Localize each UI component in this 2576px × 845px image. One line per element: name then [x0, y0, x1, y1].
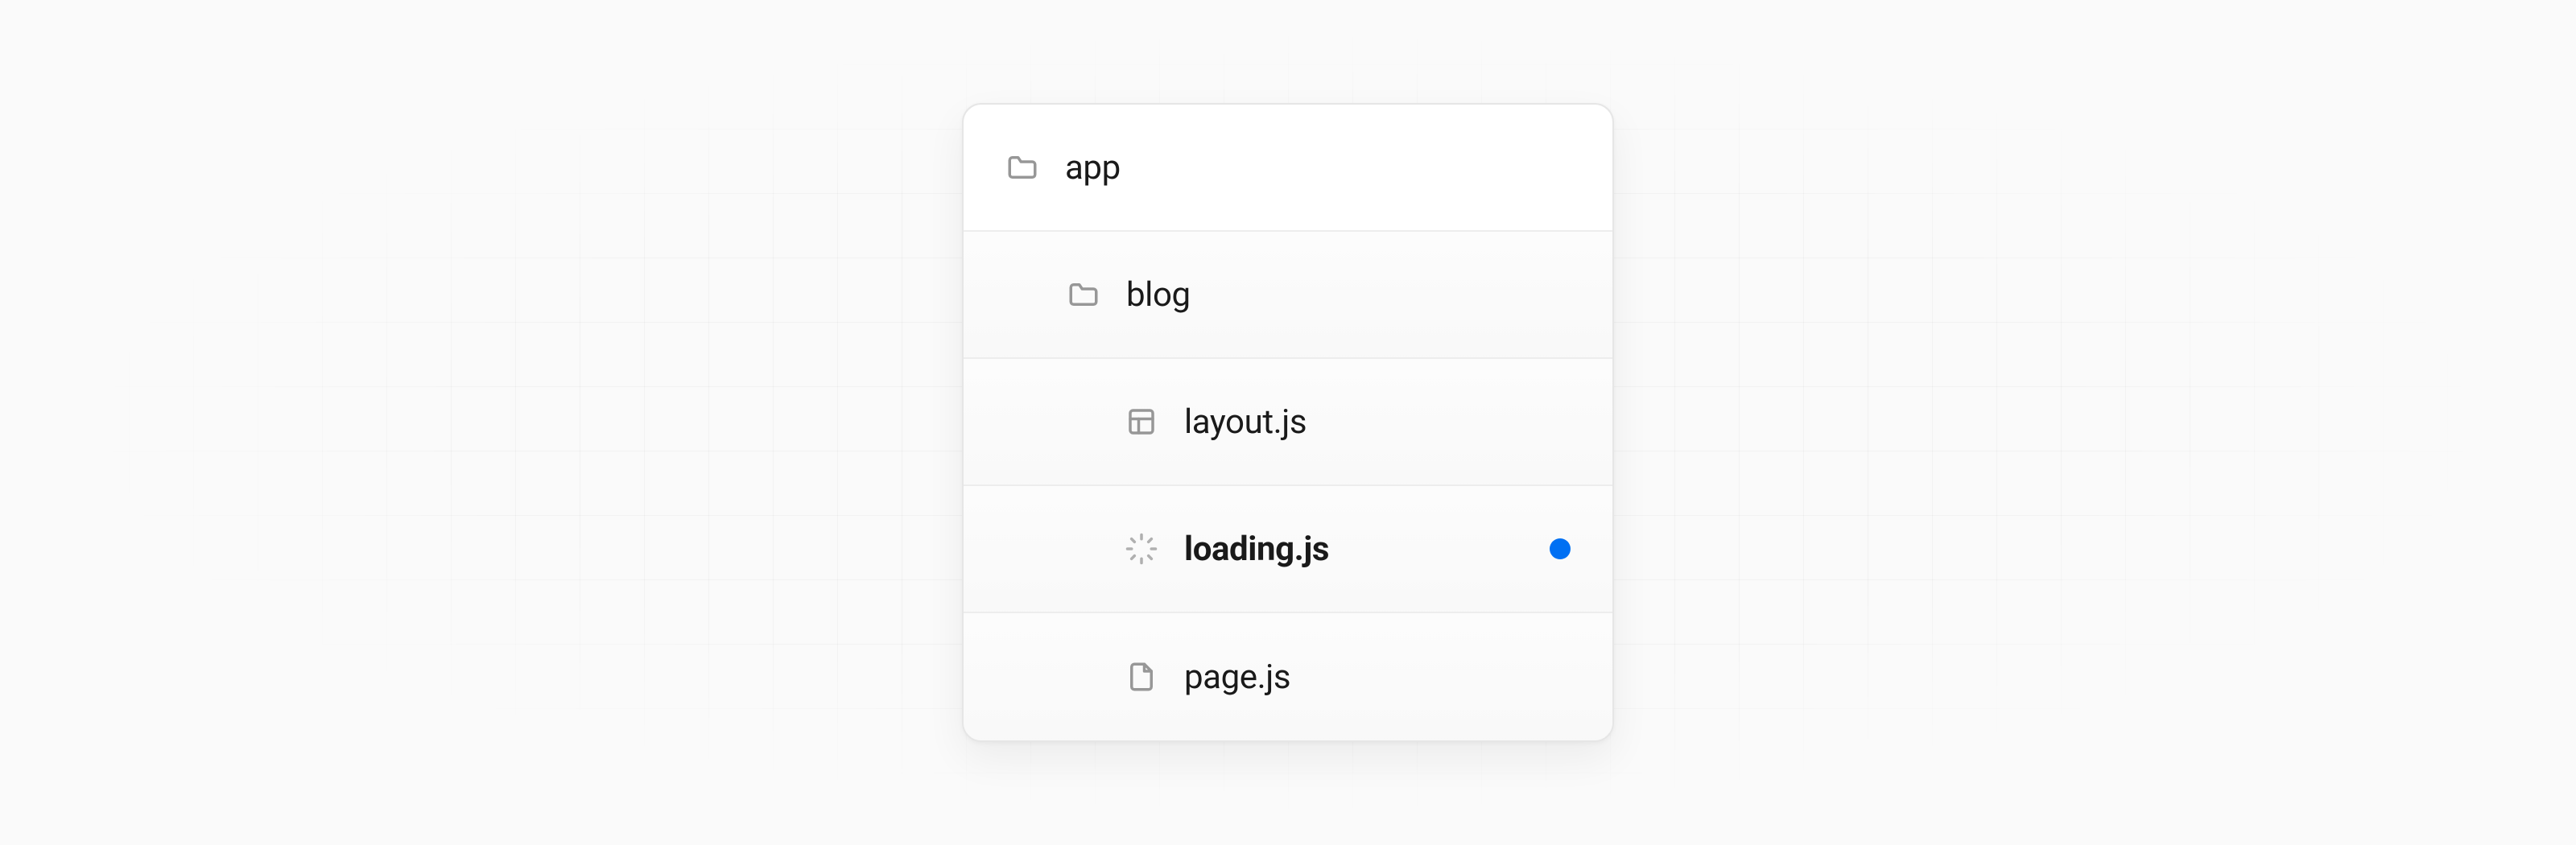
- tree-label-loading: loading.js: [1184, 530, 1329, 569]
- tree-row-layout[interactable]: layout.js: [964, 359, 1612, 486]
- tree-row-page[interactable]: page.js: [964, 613, 1612, 740]
- tree-row-blog[interactable]: blog: [964, 232, 1612, 359]
- folder-icon: [1067, 278, 1100, 311]
- folder-icon: [1005, 150, 1039, 184]
- file-icon: [1125, 660, 1158, 694]
- tree-label-app: app: [1065, 148, 1121, 188]
- tree-label-layout: layout.js: [1184, 402, 1307, 442]
- tree-label-blog: blog: [1126, 275, 1191, 315]
- active-indicator-dot: [1550, 538, 1571, 559]
- spinner-icon: [1125, 532, 1158, 566]
- tree-label-page: page.js: [1184, 657, 1290, 697]
- file-tree-panel: app blog layout.js: [962, 103, 1614, 742]
- tree-row-app[interactable]: app: [964, 105, 1612, 232]
- tree-row-loading[interactable]: loading.js: [964, 486, 1612, 613]
- layout-icon: [1125, 405, 1158, 439]
